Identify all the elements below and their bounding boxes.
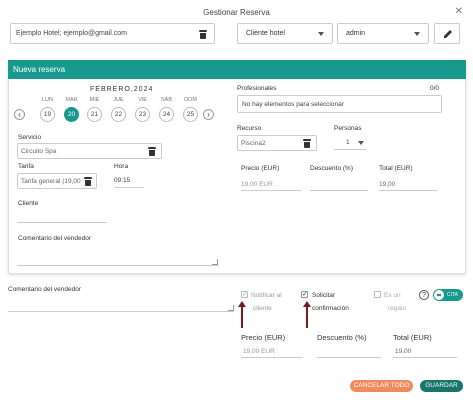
descuento-field[interactable] <box>310 190 368 191</box>
solicitar-label-2: confirmación <box>312 305 349 312</box>
regalo-label-1: Es un <box>384 292 401 299</box>
calendar-day[interactable]: 19 <box>40 107 55 122</box>
cliente-label: Cliente <box>18 200 39 207</box>
comentario-field[interactable] <box>17 265 219 266</box>
chevron-down-icon <box>318 32 324 36</box>
dow-tue: MAR <box>65 97 78 103</box>
servicio-label: Servicio <box>18 134 42 141</box>
toggle-text: CITA <box>447 292 459 298</box>
personas-label: Personas <box>334 125 362 132</box>
trash-icon[interactable] <box>303 139 311 148</box>
notificar-label-2: cliente <box>253 305 272 312</box>
calendar-day[interactable]: 21 <box>87 107 102 122</box>
comentario-label: Comentario del vendedor <box>18 235 91 242</box>
bottom-descuento-label: Descuento (%) <box>317 333 367 342</box>
profesionales-label: Profesionales <box>237 85 277 92</box>
calendar-day[interactable]: 23 <box>135 107 150 122</box>
chevron-down-icon <box>414 32 420 36</box>
annotation-arrow-icon <box>238 301 246 328</box>
pencil-icon <box>444 30 452 38</box>
toggle-knob-icon <box>434 290 444 300</box>
recurso-field[interactable]: Piscina2 <box>237 135 317 151</box>
precio-value: 19,00 EUR <box>241 181 273 188</box>
recurso-value: Piscina2 <box>241 140 266 147</box>
tarifa-value: Tarifa general (19,00 <box>21 178 81 185</box>
cita-toggle[interactable]: CITA <box>433 289 463 301</box>
bottom-precio-underline <box>241 357 303 358</box>
annotation-arrow-icon <box>303 301 311 328</box>
trash-icon[interactable] <box>84 177 92 186</box>
calendar-day[interactable]: 24 <box>159 107 174 122</box>
regalo-checkbox[interactable] <box>374 291 381 298</box>
resize-handle[interactable] <box>212 259 218 265</box>
cliente-field[interactable] <box>17 222 107 223</box>
dow-sat: SÁB <box>160 97 172 103</box>
client-type-value: Cliente hotel <box>246 30 285 37</box>
bottom-total-value: 19,00 <box>395 348 412 355</box>
next-week-button[interactable]: › <box>203 109 214 120</box>
profesionales-count: 0/0 <box>430 85 440 92</box>
total-label: Total (EUR) <box>379 165 413 172</box>
customer-value: Ejemplo Hotel; ejemplo@gmail.com <box>16 30 127 37</box>
notificar-checkbox[interactable] <box>241 290 248 298</box>
notificar-label-1: Notificar al <box>251 292 282 299</box>
servicio-value: Circuito Spa <box>21 148 57 155</box>
bottom-precio-label: Precio (EUR) <box>241 333 286 342</box>
calendar-month: FEBRERO,2024 <box>90 86 154 93</box>
hora-label: Hora <box>114 163 129 170</box>
user-select[interactable]: admin <box>337 23 429 44</box>
bottom-descuento-field[interactable] <box>317 357 381 358</box>
trash-icon[interactable] <box>148 147 156 156</box>
trash-icon[interactable] <box>199 30 207 39</box>
bottom-comentario-field[interactable] <box>8 311 234 312</box>
help-icon[interactable]: ? <box>419 290 429 300</box>
descuento-label: Descuento (%) <box>310 165 353 172</box>
customer-field[interactable]: Ejemplo Hotel; ejemplo@gmail.com <box>10 23 215 44</box>
recurso-label: Recurso <box>237 125 262 132</box>
dow-fri: VIE <box>138 97 147 103</box>
dow-thu: JUE <box>113 97 124 103</box>
precio-underline <box>241 190 301 191</box>
close-icon[interactable]: ✕ <box>455 6 463 17</box>
profesionales-list[interactable]: No hay elementos para seleccionar <box>237 95 442 113</box>
save-button[interactable]: GUARDAR <box>420 380 463 392</box>
dialog-title: Gestionar Reserva <box>203 8 270 17</box>
hora-field[interactable]: 09:15 <box>114 177 144 188</box>
calendar-day[interactable]: 25 <box>183 107 198 122</box>
total-value: 19,00 <box>379 181 396 188</box>
panel-title: Nueva reserva <box>13 65 66 74</box>
servicio-field[interactable]: Circuito Spa <box>17 143 162 159</box>
personas-select[interactable]: 1 <box>334 137 366 150</box>
bottom-total-label: Total (EUR) <box>393 333 432 342</box>
prev-week-button[interactable]: ‹ <box>14 109 25 120</box>
precio-label: Precio (EUR) <box>241 165 280 172</box>
edit-button[interactable] <box>434 23 460 44</box>
regalo-label-2: regalo <box>388 305 407 312</box>
dow-sun: DOM <box>184 97 197 103</box>
solicitar-label-1: Solicitar <box>312 292 336 299</box>
dow-wed: MIÉ <box>89 97 100 103</box>
tarifa-field[interactable]: Tarifa general (19,00 <box>17 173 97 189</box>
client-type-select[interactable]: Cliente hotel <box>237 23 333 44</box>
resize-handle[interactable] <box>228 305 234 311</box>
chevron-down-icon <box>358 141 364 145</box>
solicitar-checkbox[interactable] <box>301 290 308 298</box>
personas-value: 1 <box>346 139 350 146</box>
calendar-day-selected[interactable]: 20 <box>64 107 79 122</box>
bottom-total-underline <box>393 357 457 358</box>
bottom-precio-value: 19,00 EUR <box>243 348 275 355</box>
cancel-all-button[interactable]: CANCELAR TODO <box>350 380 413 392</box>
total-underline <box>379 190 437 191</box>
panel-header: Nueva reserva <box>8 60 466 79</box>
tarifa-label: Tarifa <box>18 163 34 170</box>
calendar-day[interactable]: 22 <box>111 107 126 122</box>
profesionales-placeholder: No hay elementos para seleccionar <box>242 101 344 108</box>
user-value: admin <box>346 30 366 37</box>
bottom-comentario-label: Comentario del vendedor <box>8 286 81 293</box>
dow-mon: LUN <box>41 97 53 103</box>
